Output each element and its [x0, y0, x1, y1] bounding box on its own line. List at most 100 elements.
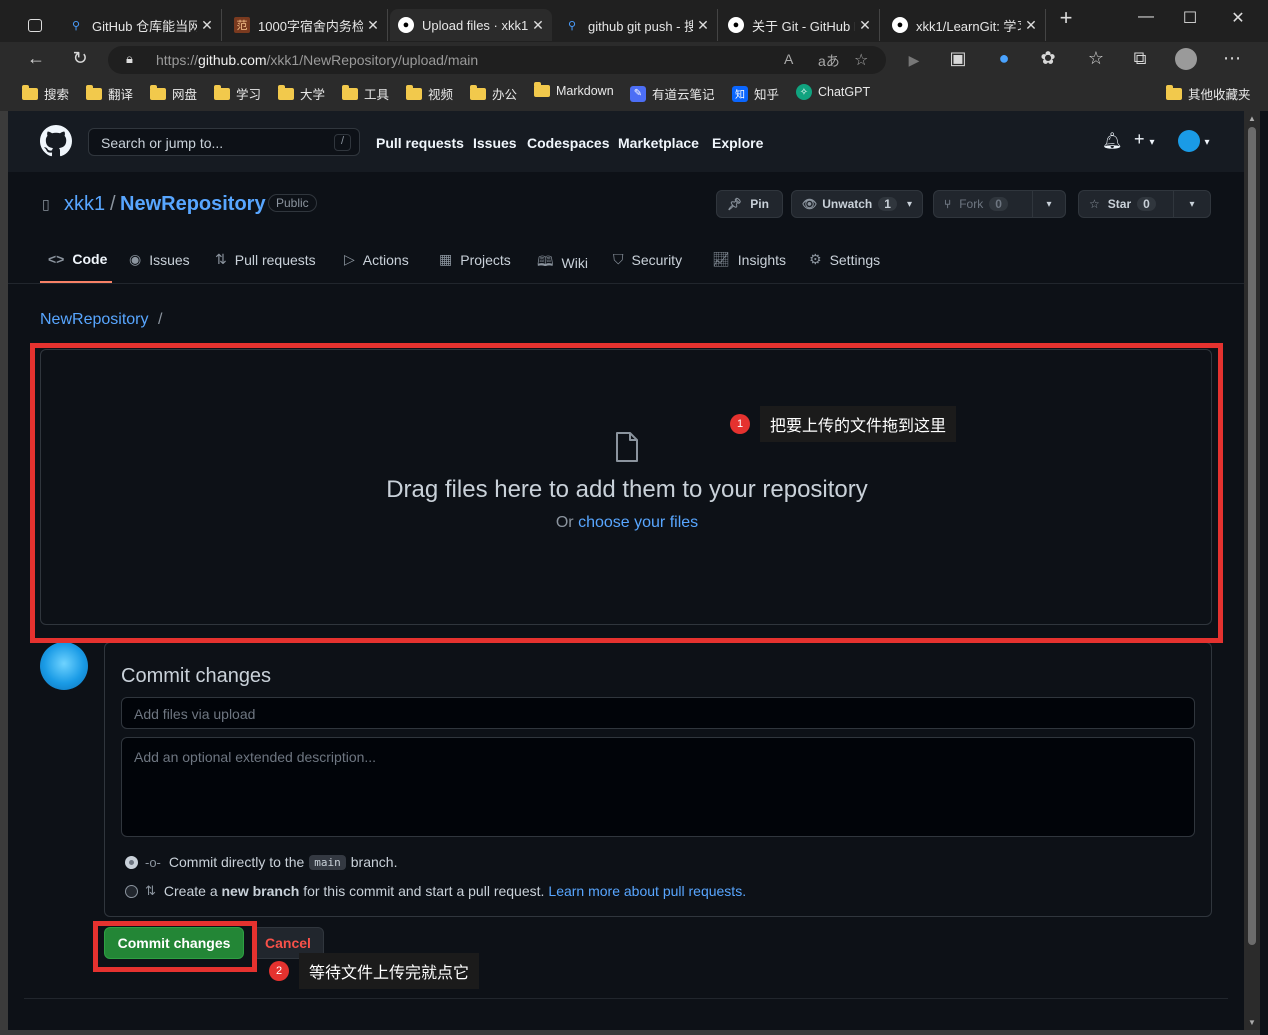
scroll-down-icon[interactable]: ▼	[1244, 1018, 1260, 1027]
window-close-icon[interactable]: ✕	[1218, 8, 1258, 28]
bookmark-folder[interactable]: 网盘	[150, 84, 197, 103]
maximize-icon[interactable]: ☐	[1170, 8, 1210, 28]
repo-name-link[interactable]: NewRepository	[120, 193, 266, 216]
back-icon[interactable]: ←	[22, 48, 50, 69]
pin-button[interactable]: 📌︎ Pin	[716, 190, 783, 218]
bookmark-folder[interactable]: 办公	[470, 84, 517, 103]
github-logo-icon[interactable]	[40, 125, 72, 157]
tab-actions[interactable]: ▷ Actions	[344, 251, 409, 268]
minimize-icon[interactable]: —	[1126, 8, 1166, 26]
fork-button: ⑂ Fork 0	[933, 190, 1033, 218]
commit-description-input[interactable]: Add an optional extended description...	[121, 737, 1195, 837]
bookmark-chatgpt[interactable]: ✧ ChatGPT	[796, 84, 870, 100]
other-bookmarks[interactable]: 其他收藏夹	[1166, 84, 1251, 103]
extensions-puzzle-icon[interactable]: ✿	[1034, 48, 1062, 69]
more-options-icon[interactable]: ⋯	[1218, 48, 1246, 69]
chatgpt-icon: ✧	[796, 84, 812, 100]
page-scrollbar[interactable]: ▲ ▼	[1244, 111, 1260, 1030]
browser-tab[interactable]: ● 关于 Git - GitHub D ✕	[720, 9, 880, 41]
tab-insights[interactable]: 📈︎ Insights	[712, 251, 786, 268]
commit-summary-input[interactable]: Add files via upload	[121, 697, 1195, 729]
bookmark-folder[interactable]: 翻译	[86, 84, 133, 103]
extension-icon[interactable]: ▣	[944, 48, 972, 69]
read-aloud-icon[interactable]: A	[784, 51, 793, 67]
bookmark-folder[interactable]: Markdown	[534, 82, 614, 98]
close-icon[interactable]: ✕	[197, 17, 217, 34]
fork-dropdown[interactable]: ▾	[1032, 190, 1066, 218]
commit-direct-radio[interactable]	[125, 856, 138, 869]
unwatch-button[interactable]: 👁︎ Unwatch 1 ▾	[791, 190, 923, 218]
address-bar[interactable]: 🔒︎ https://github.com/xkk1/NewRepository…	[108, 46, 886, 74]
issue-icon: ◉	[129, 251, 142, 267]
avatar	[40, 642, 88, 690]
scrollbar-thumb[interactable]	[1248, 127, 1256, 945]
collections-icon[interactable]: ⧉	[1126, 48, 1154, 69]
pull-request-icon: ⇅	[215, 251, 227, 267]
profile-avatar-icon[interactable]	[1172, 48, 1200, 75]
search-input[interactable]: Search or jump to... /	[88, 128, 360, 156]
bookmark-youdao[interactable]: ✎ 有道云笔记	[630, 84, 715, 103]
close-icon[interactable]: ✕	[855, 17, 875, 34]
new-branch-radio[interactable]	[125, 885, 138, 898]
github-page: Search or jump to... / Pull requests Iss…	[8, 111, 1244, 1030]
bookmark-folder[interactable]: 搜索	[22, 84, 69, 103]
folder-icon	[278, 84, 294, 100]
star-button[interactable]: ☆ Star 0	[1078, 190, 1174, 218]
bookmark-folder[interactable]: 工具	[342, 84, 389, 103]
background-window-strip	[1260, 111, 1268, 1035]
bell-icon[interactable]: 🔔︎	[1102, 131, 1122, 151]
tab-projects[interactable]: ▦ Projects	[439, 251, 511, 268]
nav-pull-requests[interactable]: Pull requests	[376, 135, 464, 151]
breadcrumb-repo-link[interactable]: NewRepository	[40, 311, 148, 329]
browser-tab[interactable]: ● xkk1/LearnGit: 学习 ✕	[884, 9, 1046, 41]
github-header: Search or jump to... / Pull requests Iss…	[8, 111, 1244, 172]
chevron-down-icon: ▾	[906, 198, 912, 210]
user-avatar-icon[interactable]: ▾	[1178, 130, 1209, 152]
browser-tab-active[interactable]: ● Upload files · xkk1/ ✕	[390, 9, 552, 41]
tab-security[interactable]: ⛉ Security	[613, 251, 682, 268]
bookmark-folder[interactable]: 视频	[406, 84, 453, 103]
table-icon: ▦	[439, 251, 453, 267]
create-new-icon[interactable]: + ▾	[1134, 129, 1155, 150]
star-dropdown[interactable]: ▾	[1173, 190, 1211, 218]
new-tab-icon[interactable]: +	[1046, 5, 1086, 31]
zhihu-icon: 知	[732, 85, 748, 102]
youdao-icon: ✎	[630, 85, 646, 102]
browser-tab[interactable]: 范 1000字宿舍内务检 ✕	[226, 9, 388, 41]
annotation-box-commit	[93, 921, 257, 972]
bookmark-zhihu[interactable]: 知知乎	[732, 84, 779, 103]
nav-issues[interactable]: Issues	[473, 135, 517, 151]
favorite-add-icon[interactable]: ☆	[854, 50, 868, 70]
close-icon[interactable]: ✕	[363, 17, 383, 34]
folder-icon	[214, 84, 230, 100]
browser-tab[interactable]: ⚲ github git push - 搜 ✕	[556, 9, 718, 41]
scroll-up-icon[interactable]: ▲	[1244, 114, 1260, 123]
close-icon[interactable]: ✕	[693, 17, 713, 34]
close-icon[interactable]: ✕	[1021, 17, 1041, 34]
learn-more-link[interactable]: Learn more about pull requests.	[548, 883, 746, 899]
close-icon[interactable]: ✕	[528, 17, 548, 34]
commit-direct-label: -o- Commit directly to the main branch.	[145, 854, 398, 870]
new-branch-label: ⇅ Create a new branch for this commit and…	[145, 883, 747, 899]
favorites-icon[interactable]: ☆	[1082, 48, 1110, 69]
tab-pull-requests[interactable]: ⇅ Pull requests	[215, 251, 316, 268]
refresh-icon[interactable]: ↻	[66, 48, 94, 69]
nav-marketplace[interactable]: Marketplace	[618, 135, 699, 151]
folder-icon	[406, 84, 422, 100]
nav-explore[interactable]: Explore	[712, 135, 763, 151]
bookmark-folder[interactable]: 学习	[214, 84, 261, 103]
tab-wiki[interactable]: 🕮︎ Wiki	[537, 251, 588, 275]
play-icon[interactable]: ▶	[900, 52, 928, 69]
tab-issues[interactable]: ◉ Issues	[129, 251, 190, 268]
repo-owner-link[interactable]: xkk1	[64, 193, 105, 216]
gear-icon: ⚙	[809, 251, 822, 267]
tab-settings[interactable]: ⚙ Settings	[809, 251, 880, 268]
translate-icon[interactable]: aあ	[818, 51, 840, 71]
tab-actions-icon[interactable]	[20, 9, 54, 41]
browser-tab[interactable]: ⚲ GitHub 仓库能当网 ✕	[60, 9, 222, 41]
bookmark-folder[interactable]: 大学	[278, 84, 325, 103]
annotation-1: 1 把要上传的文件拖到这里	[730, 406, 957, 442]
nav-codespaces[interactable]: Codespaces	[527, 135, 609, 151]
tab-code[interactable]: <> Code	[48, 251, 107, 267]
profile-sync-icon[interactable]: ●	[990, 48, 1018, 69]
